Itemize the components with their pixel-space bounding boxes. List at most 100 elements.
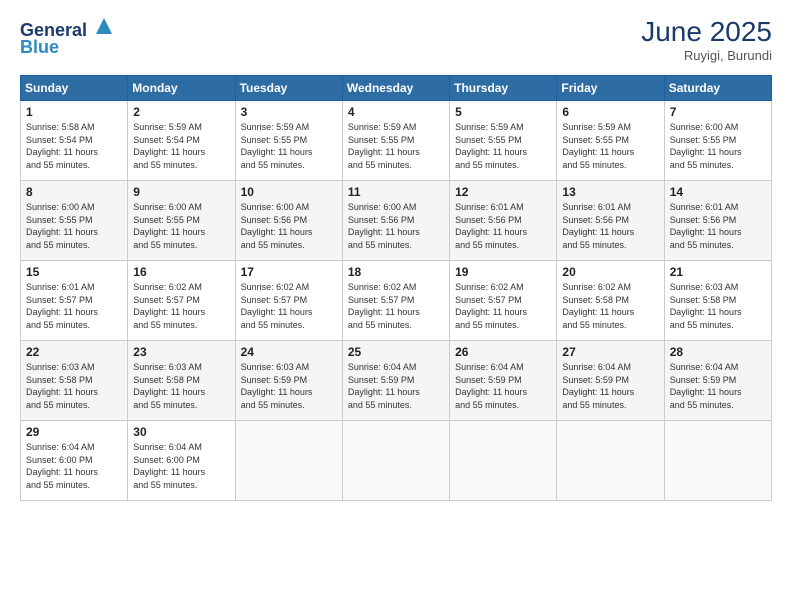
calendar-cell: 2 Sunrise: 5:59 AM Sunset: 5:54 PM Daylig… — [128, 101, 235, 181]
day-number: 10 — [241, 185, 337, 199]
day-header-monday: Monday — [128, 76, 235, 101]
day-info: Sunrise: 6:02 AM Sunset: 5:57 PM Dayligh… — [241, 281, 337, 331]
day-number: 30 — [133, 425, 229, 439]
calendar-cell — [235, 421, 342, 501]
title-block: June 2025 Ruyigi, Burundi — [641, 16, 772, 63]
calendar-cell: 1 Sunrise: 5:58 AM Sunset: 5:54 PM Daylig… — [21, 101, 128, 181]
calendar: SundayMondayTuesdayWednesdayThursdayFrid… — [20, 75, 772, 501]
calendar-cell: 10 Sunrise: 6:00 AM Sunset: 5:56 PM Dayli… — [235, 181, 342, 261]
calendar-cell: 6 Sunrise: 5:59 AM Sunset: 5:55 PM Daylig… — [557, 101, 664, 181]
day-info: Sunrise: 6:01 AM Sunset: 5:56 PM Dayligh… — [670, 201, 766, 251]
day-number: 25 — [348, 345, 444, 359]
calendar-cell: 25 Sunrise: 6:04 AM Sunset: 5:59 PM Dayli… — [342, 341, 449, 421]
day-header-friday: Friday — [557, 76, 664, 101]
day-info: Sunrise: 6:02 AM Sunset: 5:57 PM Dayligh… — [455, 281, 551, 331]
calendar-cell: 12 Sunrise: 6:01 AM Sunset: 5:56 PM Dayli… — [450, 181, 557, 261]
day-info: Sunrise: 6:04 AM Sunset: 5:59 PM Dayligh… — [562, 361, 658, 411]
day-number: 26 — [455, 345, 551, 359]
day-info: Sunrise: 5:59 AM Sunset: 5:55 PM Dayligh… — [455, 121, 551, 171]
day-number: 27 — [562, 345, 658, 359]
calendar-cell: 9 Sunrise: 6:00 AM Sunset: 5:55 PM Daylig… — [128, 181, 235, 261]
day-header-saturday: Saturday — [664, 76, 771, 101]
day-info: Sunrise: 5:59 AM Sunset: 5:55 PM Dayligh… — [348, 121, 444, 171]
calendar-cell: 13 Sunrise: 6:01 AM Sunset: 5:56 PM Dayli… — [557, 181, 664, 261]
day-info: Sunrise: 6:00 AM Sunset: 5:56 PM Dayligh… — [241, 201, 337, 251]
day-info: Sunrise: 6:02 AM Sunset: 5:57 PM Dayligh… — [348, 281, 444, 331]
calendar-cell: 5 Sunrise: 5:59 AM Sunset: 5:55 PM Daylig… — [450, 101, 557, 181]
day-info: Sunrise: 6:00 AM Sunset: 5:55 PM Dayligh… — [26, 201, 122, 251]
day-header-tuesday: Tuesday — [235, 76, 342, 101]
calendar-cell: 16 Sunrise: 6:02 AM Sunset: 5:57 PM Dayli… — [128, 261, 235, 341]
day-number: 29 — [26, 425, 122, 439]
day-info: Sunrise: 6:00 AM Sunset: 5:55 PM Dayligh… — [133, 201, 229, 251]
day-number: 19 — [455, 265, 551, 279]
calendar-cell: 19 Sunrise: 6:02 AM Sunset: 5:57 PM Dayli… — [450, 261, 557, 341]
day-info: Sunrise: 6:03 AM Sunset: 5:58 PM Dayligh… — [26, 361, 122, 411]
day-info: Sunrise: 6:01 AM Sunset: 5:57 PM Dayligh… — [26, 281, 122, 331]
calendar-cell: 21Sunrise: 6:03 AM Sunset: 5:58 PM Dayli… — [664, 261, 771, 341]
day-info: Sunrise: 6:03 AM Sunset: 5:59 PM Dayligh… — [241, 361, 337, 411]
day-info: Sunrise: 6:01 AM Sunset: 5:56 PM Dayligh… — [562, 201, 658, 251]
day-number: 8 — [26, 185, 122, 199]
page: General Blue June 2025 Ruyigi, Burundi S… — [0, 0, 792, 612]
day-number: 15 — [26, 265, 122, 279]
day-info: Sunrise: 6:00 AM Sunset: 5:55 PM Dayligh… — [670, 121, 766, 171]
calendar-cell: 17Sunrise: 6:02 AM Sunset: 5:57 PM Dayli… — [235, 261, 342, 341]
calendar-cell: 3 Sunrise: 5:59 AM Sunset: 5:55 PM Daylig… — [235, 101, 342, 181]
day-number: 23 — [133, 345, 229, 359]
calendar-cell: 24 Sunrise: 6:03 AM Sunset: 5:59 PM Dayli… — [235, 341, 342, 421]
calendar-cell — [450, 421, 557, 501]
day-info: Sunrise: 5:58 AM Sunset: 5:54 PM Dayligh… — [26, 121, 122, 171]
calendar-cell: 28 Sunrise: 6:04 AM Sunset: 5:59 PM Dayli… — [664, 341, 771, 421]
calendar-cell: 15 Sunrise: 6:01 AM Sunset: 5:57 PM Dayli… — [21, 261, 128, 341]
day-number: 1 — [26, 105, 122, 119]
day-header-thursday: Thursday — [450, 76, 557, 101]
day-number: 28 — [670, 345, 766, 359]
day-info: Sunrise: 6:04 AM Sunset: 5:59 PM Dayligh… — [348, 361, 444, 411]
calendar-cell: 27 Sunrise: 6:04 AM Sunset: 5:59 PM Dayli… — [557, 341, 664, 421]
day-number: 16 — [133, 265, 229, 279]
day-number: 2 — [133, 105, 229, 119]
day-info: Sunrise: 5:59 AM Sunset: 5:54 PM Dayligh… — [133, 121, 229, 171]
day-info: Sunrise: 6:04 AM Sunset: 6:00 PM Dayligh… — [26, 441, 122, 491]
calendar-cell — [664, 421, 771, 501]
day-number: 13 — [562, 185, 658, 199]
day-number: 4 — [348, 105, 444, 119]
logo: General Blue — [20, 16, 114, 58]
day-info: Sunrise: 6:02 AM Sunset: 5:57 PM Dayligh… — [133, 281, 229, 331]
logo-icon — [94, 16, 114, 36]
day-info: Sunrise: 5:59 AM Sunset: 5:55 PM Dayligh… — [562, 121, 658, 171]
day-info: Sunrise: 6:00 AM Sunset: 5:56 PM Dayligh… — [348, 201, 444, 251]
day-number: 12 — [455, 185, 551, 199]
calendar-cell: 4 Sunrise: 5:59 AM Sunset: 5:55 PM Daylig… — [342, 101, 449, 181]
calendar-cell: 18 Sunrise: 6:02 AM Sunset: 5:57 PM Dayli… — [342, 261, 449, 341]
day-info: Sunrise: 6:01 AM Sunset: 5:56 PM Dayligh… — [455, 201, 551, 251]
day-info: Sunrise: 6:03 AM Sunset: 5:58 PM Dayligh… — [670, 281, 766, 331]
calendar-cell: 30 Sunrise: 6:04 AM Sunset: 6:00 PM Dayli… — [128, 421, 235, 501]
calendar-cell — [557, 421, 664, 501]
day-number: 20 — [562, 265, 658, 279]
day-info: Sunrise: 6:04 AM Sunset: 6:00 PM Dayligh… — [133, 441, 229, 491]
calendar-cell: 14Sunrise: 6:01 AM Sunset: 5:56 PM Dayli… — [664, 181, 771, 261]
month-title: June 2025 — [641, 16, 772, 48]
calendar-cell: 22 Sunrise: 6:03 AM Sunset: 5:58 PM Dayli… — [21, 341, 128, 421]
day-info: Sunrise: 6:04 AM Sunset: 5:59 PM Dayligh… — [455, 361, 551, 411]
day-number: 6 — [562, 105, 658, 119]
day-number: 5 — [455, 105, 551, 119]
day-info: Sunrise: 6:02 AM Sunset: 5:58 PM Dayligh… — [562, 281, 658, 331]
day-number: 18 — [348, 265, 444, 279]
day-number: 11 — [348, 185, 444, 199]
day-number: 3 — [241, 105, 337, 119]
header: General Blue June 2025 Ruyigi, Burundi — [20, 16, 772, 63]
day-number: 24 — [241, 345, 337, 359]
day-header-wednesday: Wednesday — [342, 76, 449, 101]
calendar-cell: 11 Sunrise: 6:00 AM Sunset: 5:56 PM Dayli… — [342, 181, 449, 261]
day-number: 22 — [26, 345, 122, 359]
day-number: 9 — [133, 185, 229, 199]
day-number: 7 — [670, 105, 766, 119]
day-info: Sunrise: 5:59 AM Sunset: 5:55 PM Dayligh… — [241, 121, 337, 171]
calendar-cell: 26 Sunrise: 6:04 AM Sunset: 5:59 PM Dayli… — [450, 341, 557, 421]
calendar-cell: 7 Sunrise: 6:00 AM Sunset: 5:55 PM Daylig… — [664, 101, 771, 181]
calendar-cell — [342, 421, 449, 501]
day-info: Sunrise: 6:04 AM Sunset: 5:59 PM Dayligh… — [670, 361, 766, 411]
